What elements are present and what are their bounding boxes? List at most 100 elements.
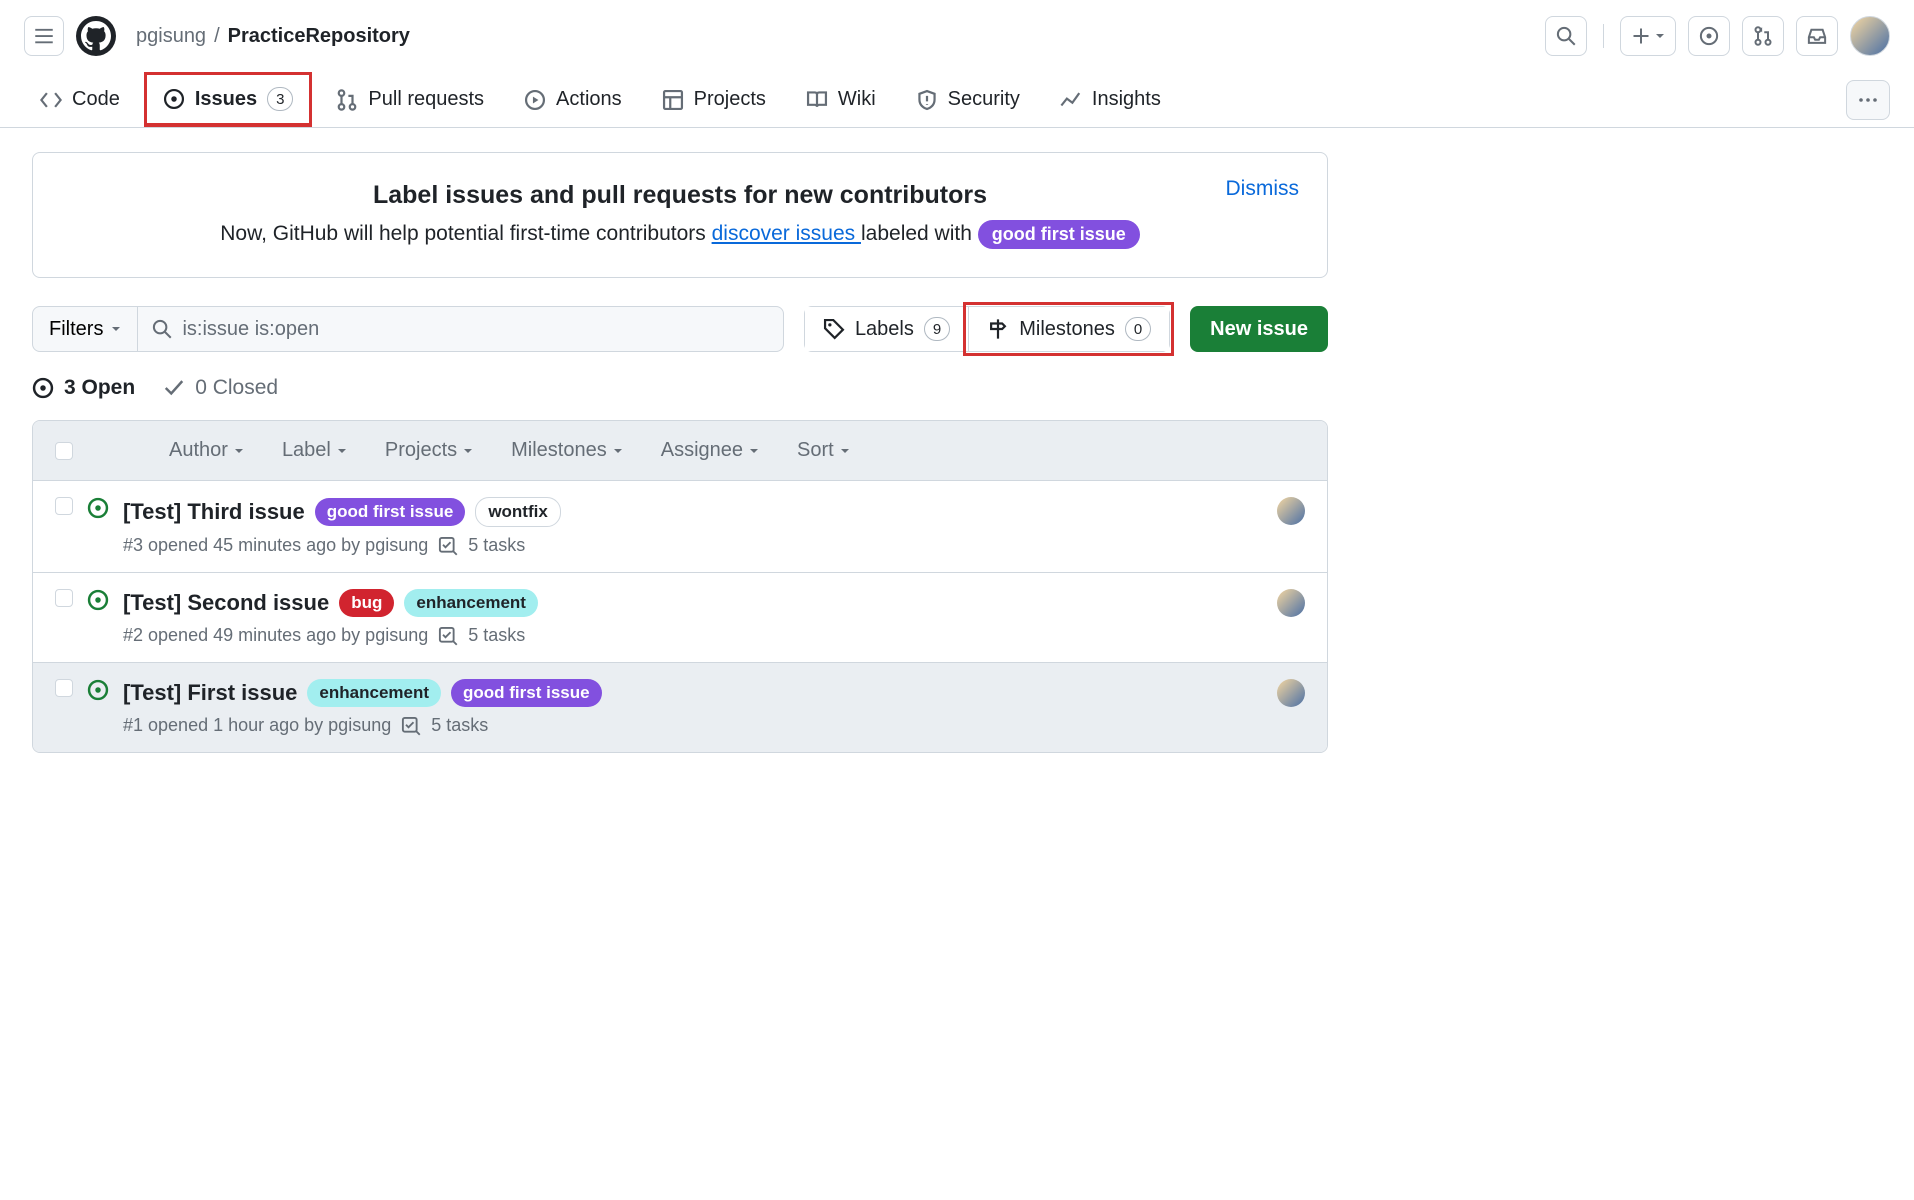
- issue-title[interactable]: [Test] First issue: [123, 680, 297, 706]
- discover-issues-link[interactable]: discover issues: [712, 222, 861, 245]
- assignee-avatar[interactable]: [1277, 497, 1305, 525]
- search-input-container[interactable]: [138, 306, 783, 352]
- kebab-icon: [1858, 97, 1878, 103]
- filters-button[interactable]: Filters: [32, 306, 138, 352]
- issue-open-icon: [32, 377, 54, 399]
- inbox-icon: [1807, 26, 1827, 46]
- nav-projects[interactable]: Projects: [646, 76, 782, 123]
- play-icon: [524, 89, 546, 111]
- dismiss-button[interactable]: Dismiss: [1226, 177, 1300, 201]
- nav-pull-requests[interactable]: Pull requests: [320, 76, 500, 123]
- breadcrumb: pgisung / PracticeRepository: [136, 25, 410, 48]
- issue-row[interactable]: [Test] Third issue good first issue wontf…: [33, 481, 1327, 573]
- labels-count: 9: [924, 317, 950, 341]
- caret-down-icon: [111, 325, 121, 333]
- banner-text: Now, GitHub will help potential first-ti…: [65, 220, 1295, 249]
- nav-security[interactable]: Security: [900, 76, 1036, 123]
- labels-button[interactable]: Labels 9: [805, 307, 968, 351]
- th-author[interactable]: Author: [169, 439, 244, 462]
- labels-label: Labels: [855, 318, 914, 341]
- issue-table: Author Label Projects Milestones Assigne…: [32, 420, 1328, 753]
- issue-meta: #3 opened 45 minutes ago by pgisung 5 ta…: [123, 535, 1263, 556]
- pull-requests-button[interactable]: [1742, 16, 1784, 56]
- breadcrumb-repo[interactable]: PracticeRepository: [228, 25, 410, 48]
- breadcrumb-owner[interactable]: pgisung: [136, 25, 206, 48]
- issue-title[interactable]: [Test] Third issue: [123, 499, 305, 525]
- nav-insights[interactable]: Insights: [1044, 76, 1177, 123]
- tag-icon: [823, 318, 845, 340]
- milestones-button[interactable]: Milestones 0: [968, 307, 1169, 351]
- nav-wiki[interactable]: Wiki: [790, 76, 892, 123]
- nav-security-label: Security: [948, 88, 1020, 111]
- check-icon: [163, 377, 185, 399]
- tasklist-icon: [401, 716, 421, 736]
- issue-label[interactable]: bug: [339, 589, 394, 617]
- open-issues-filter[interactable]: 3 Open: [32, 376, 135, 400]
- issue-checkbox[interactable]: [55, 679, 73, 697]
- select-all-checkbox[interactable]: [55, 442, 73, 460]
- issue-icon: [1699, 26, 1719, 46]
- caret-down-icon: [1655, 32, 1665, 40]
- pull-request-icon: [1753, 26, 1773, 46]
- issues-count-badge: 3: [267, 87, 293, 111]
- tasklist-icon: [438, 536, 458, 556]
- th-milestones[interactable]: Milestones: [511, 439, 623, 462]
- issue-label[interactable]: wontfix: [475, 497, 561, 527]
- issue-checkbox[interactable]: [55, 497, 73, 515]
- issue-label[interactable]: good first issue: [451, 679, 602, 707]
- issue-row[interactable]: [Test] First issue enhancement good first…: [33, 663, 1327, 752]
- hamburger-menu[interactable]: [24, 16, 64, 56]
- nav-more-button[interactable]: [1846, 80, 1890, 120]
- caret-down-icon: [337, 447, 347, 455]
- th-projects[interactable]: Projects: [385, 439, 473, 462]
- table-header: Author Label Projects Milestones Assigne…: [33, 421, 1327, 481]
- nav-code[interactable]: Code: [24, 76, 136, 123]
- issue-checkbox[interactable]: [55, 589, 73, 607]
- nav-issues[interactable]: Issues 3: [144, 72, 313, 127]
- milestone-icon: [987, 318, 1009, 340]
- divider: [1603, 24, 1604, 48]
- nav-issues-label: Issues: [195, 88, 257, 111]
- caret-down-icon: [749, 447, 759, 455]
- milestones-count: 0: [1125, 317, 1151, 341]
- issue-open-icon: [87, 589, 109, 611]
- issue-label[interactable]: good first issue: [315, 498, 466, 526]
- assignee-avatar[interactable]: [1277, 589, 1305, 617]
- issue-label[interactable]: enhancement: [404, 589, 538, 617]
- assignee-avatar[interactable]: [1277, 679, 1305, 707]
- search-button[interactable]: [1545, 16, 1587, 56]
- issue-label[interactable]: enhancement: [307, 679, 441, 707]
- new-issue-button[interactable]: New issue: [1190, 306, 1328, 352]
- plus-icon: [1631, 26, 1651, 46]
- caret-down-icon: [613, 447, 623, 455]
- caret-down-icon: [463, 447, 473, 455]
- create-new-button[interactable]: [1620, 16, 1676, 56]
- closed-issues-filter[interactable]: 0 Closed: [163, 376, 278, 400]
- milestones-label: Milestones: [1019, 318, 1115, 341]
- th-assignee[interactable]: Assignee: [661, 439, 759, 462]
- issue-open-icon: [87, 679, 109, 701]
- search-icon: [1556, 26, 1576, 46]
- shield-icon: [916, 89, 938, 111]
- nav-wiki-label: Wiki: [838, 88, 876, 111]
- project-icon: [662, 89, 684, 111]
- user-avatar[interactable]: [1850, 16, 1890, 56]
- issue-meta: #2 opened 49 minutes ago by pgisung 5 ta…: [123, 625, 1263, 646]
- search-input[interactable]: [182, 318, 768, 341]
- nav-pulls-label: Pull requests: [368, 88, 484, 111]
- github-icon: [81, 21, 111, 51]
- inbox-button[interactable]: [1796, 16, 1838, 56]
- issue-row[interactable]: [Test] Second issue bug enhancement #2 op…: [33, 573, 1327, 663]
- caret-down-icon: [840, 447, 850, 455]
- tasklist-icon: [438, 626, 458, 646]
- nav-actions[interactable]: Actions: [508, 76, 638, 123]
- github-logo[interactable]: [76, 16, 116, 56]
- th-label[interactable]: Label: [282, 439, 347, 462]
- th-sort[interactable]: Sort: [797, 439, 850, 462]
- closed-count-label: 0 Closed: [195, 376, 278, 400]
- issue-title[interactable]: [Test] Second issue: [123, 590, 329, 616]
- issues-button[interactable]: [1688, 16, 1730, 56]
- nav-projects-label: Projects: [694, 88, 766, 111]
- menu-icon: [34, 26, 54, 46]
- good-first-issue-pill: good first issue: [978, 220, 1140, 249]
